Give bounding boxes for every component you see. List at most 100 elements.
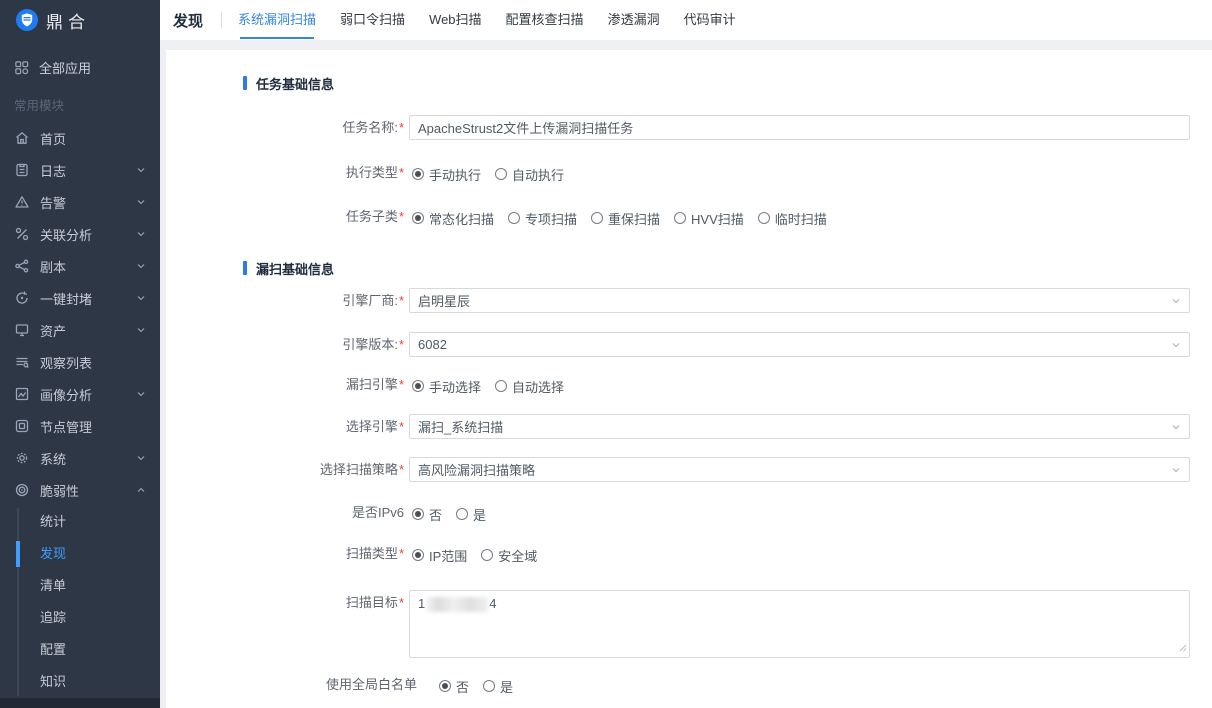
engine-version-select[interactable]: 6082 [409,332,1190,357]
sidebar-item-label: 脆弱性 [40,481,79,500]
sidebar-item-label: 资产 [40,321,66,340]
ipv6-radio-group: 否 是 [409,505,1190,523]
section-task-basic-info: 任务基础信息 [243,75,1190,91]
scan-target-value-prefix: 1 [418,596,425,611]
sidebar-item-label: 关联分析 [40,225,92,244]
radio-icon [591,212,603,224]
sidebar-item-label: 剧本 [40,257,66,276]
required-asterisk: * [399,337,404,352]
sidebar-item-node-management[interactable]: 节点管理 [0,410,160,442]
radio-security-zone[interactable]: 安全域 [481,546,537,565]
chevron-down-icon [136,453,146,463]
engine-select-dropdown[interactable]: 漏扫_系统扫描 [409,414,1190,439]
submenu-item-knowledge[interactable]: 知识 [0,666,160,698]
playbook-icon [14,258,30,274]
required-asterisk: * [399,546,404,561]
radio-hvv-scan[interactable]: HVV扫描 [674,209,744,228]
field-label: 执行类型* [166,164,404,181]
radio-normalized-scan[interactable]: 常态化扫描 [412,209,494,228]
form-row-scan-policy: 选择扫描策略* 高风险漏洞扫描策略 [166,457,1190,482]
task-name-input[interactable] [409,115,1190,140]
radio-whitelist-yes[interactable]: 是 [483,677,513,696]
chevron-down-icon [1171,422,1181,432]
section-bar [243,261,247,275]
required-asterisk: * [399,165,404,180]
tab-weak-password-scan[interactable]: 弱口令扫描 [340,0,405,40]
submenu-item-tracking[interactable]: 追踪 [0,602,160,634]
chevron-down-icon [136,325,146,335]
radio-manual-exec[interactable]: 手动执行 [412,165,481,184]
sidebar-item-block[interactable]: 一键封堵 [0,282,160,314]
radio-icon [412,212,424,224]
sidebar-item-label: 一键封堵 [40,289,92,308]
engine-vendor-select[interactable]: 启明星辰 [409,288,1190,313]
radio-key-protection-scan[interactable]: 重保扫描 [591,209,660,228]
field-label: 选择引擎* [166,414,404,435]
profile-icon [14,386,30,402]
field-label: 引擎厂商:* [166,288,404,309]
submenu-item-discovery[interactable]: 发现 [0,538,160,570]
radio-ipv6-yes[interactable]: 是 [456,505,486,524]
radio-special-scan[interactable]: 专项扫描 [508,209,577,228]
radio-temporary-scan[interactable]: 临时扫描 [758,209,827,228]
sidebar-item-profile-analysis[interactable]: 画像分析 [0,378,160,410]
scan-target-textarea[interactable]: 14 [409,590,1190,658]
content: 任务基础信息 任务名称:* 执行类型* 手动执行 自动执行 [160,40,1212,708]
alert-icon [14,194,30,210]
all-apps-label: 全部应用 [39,58,91,77]
scan-policy-dropdown[interactable]: 高风险漏洞扫描策略 [409,457,1190,482]
radio-icon [412,508,424,520]
radio-ip-range[interactable]: IP范围 [412,546,467,565]
submenu-item-statistics[interactable]: 统计 [0,506,160,538]
tab-penetration-vuln[interactable]: 渗透漏洞 [608,0,660,40]
sidebar-item-system[interactable]: 系统 [0,442,160,474]
section-title: 任务基础信息 [256,74,334,93]
chevron-down-icon [136,197,146,207]
resize-handle-icon[interactable] [1178,640,1187,655]
tab-system-vuln-scan[interactable]: 系统漏洞扫描 [238,0,316,40]
radio-whitelist-no[interactable]: 否 [439,677,469,696]
log-icon [14,162,30,178]
radio-icon [483,680,495,692]
tab-config-check-scan[interactable]: 配置核查扫描 [506,0,584,40]
tab-web-scan[interactable]: Web扫描 [429,0,482,40]
chevron-down-icon [1171,296,1181,306]
form-row-exec-type: 执行类型* 手动执行 自动执行 [166,164,1190,183]
section-bar [243,76,247,90]
tabs: 系统漏洞扫描 弱口令扫描 Web扫描 配置核查扫描 渗透漏洞 代码审计 [238,0,760,40]
radio-auto-select[interactable]: 自动选择 [495,377,564,396]
chevron-down-icon [136,165,146,175]
sidebar-item-vulnerability[interactable]: 脆弱性 [0,474,160,506]
sidebar-item-watchlist[interactable]: 观察列表 [0,346,160,378]
submenu-item-list[interactable]: 清单 [0,570,160,602]
radio-ipv6-no[interactable]: 否 [412,505,442,524]
field-label: 扫描目标* [166,590,404,611]
chevron-down-icon [136,389,146,399]
radio-icon [495,380,507,392]
radio-manual-select[interactable]: 手动选择 [412,377,481,396]
sidebar-item-correlation[interactable]: 关联分析 [0,218,160,250]
form-row-task-name: 任务名称:* [166,115,1190,140]
sidebar-item-playbook[interactable]: 剧本 [0,250,160,282]
sidebar-item-all-apps[interactable]: 全部应用 [0,54,160,80]
radio-icon [508,212,520,224]
sidebar-item-alerts[interactable]: 告警 [0,186,160,218]
radio-icon [412,549,424,561]
correlation-icon [14,226,30,242]
sidebar-item-logs[interactable]: 日志 [0,154,160,186]
logo: 鼎合 [0,0,160,40]
system-icon [14,450,30,466]
radio-icon [412,380,424,392]
field-label: 漏扫引擎* [166,376,404,393]
chevron-down-icon [136,261,146,271]
sidebar-item-home[interactable]: 首页 [0,122,160,154]
submenu-item-configuration[interactable]: 配置 [0,634,160,666]
form-row-ipv6: 是否IPv6 否 是 [166,504,1190,523]
block-icon [14,290,30,306]
scan-target-value-suffix: 4 [489,596,496,611]
radio-auto-exec[interactable]: 自动执行 [495,165,564,184]
sidebar-item-label: 画像分析 [40,385,92,404]
sidebar-item-assets[interactable]: 资产 [0,314,160,346]
grid-icon [14,60,29,75]
tab-code-audit[interactable]: 代码审计 [684,0,736,40]
